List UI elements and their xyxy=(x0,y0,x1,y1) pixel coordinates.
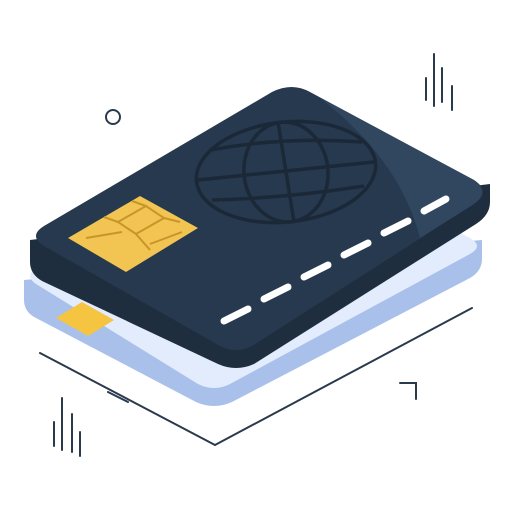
illustration-canvas xyxy=(24,53,490,457)
credit-card-illustration xyxy=(0,0,512,512)
circle-decoration xyxy=(105,109,121,125)
sparkle-lines-top-right xyxy=(425,53,453,111)
sparkle-lines-bottom-left xyxy=(53,397,81,457)
corner-bracket xyxy=(399,382,417,400)
